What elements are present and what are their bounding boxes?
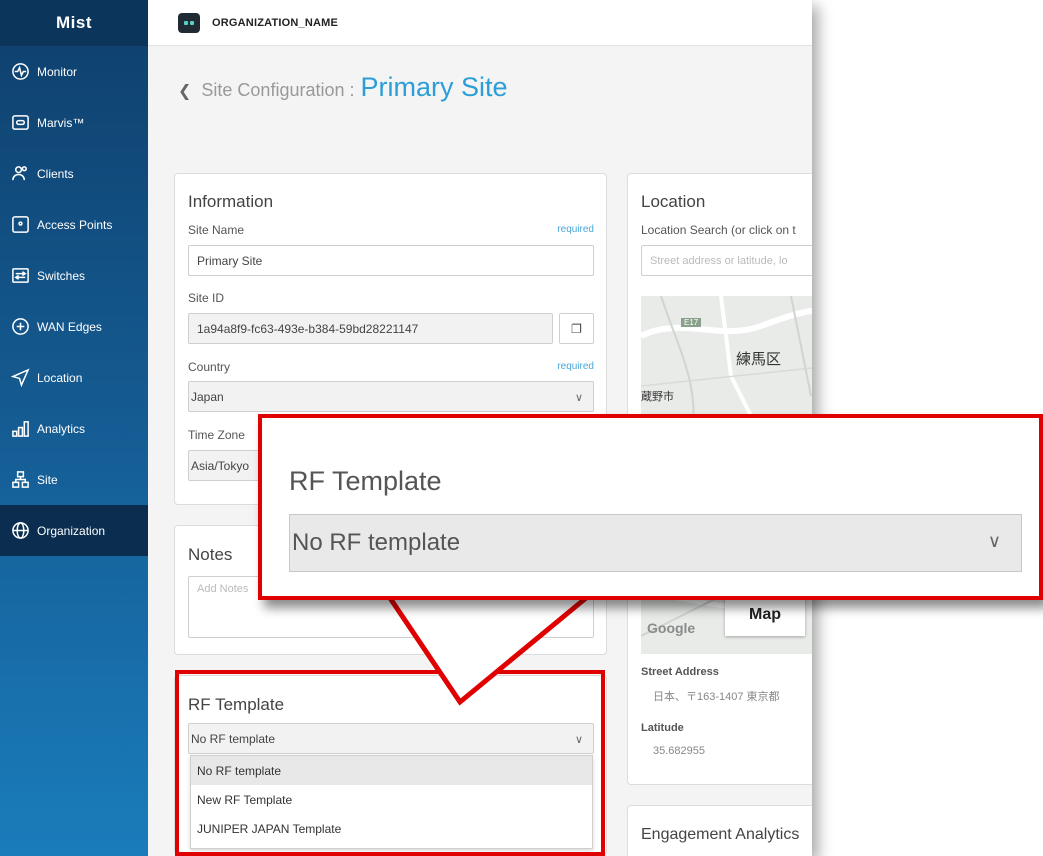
rf-template-zoom-callout: RF Template No RF template ∨ [258, 414, 1043, 600]
callout-rf-template-value: No RF template [292, 529, 461, 556]
chevron-down-icon: ∨ [987, 531, 1001, 551]
callout-title: RF Template [289, 466, 442, 496]
callout-rf-template-select: No RF template ∨ [289, 514, 1022, 572]
